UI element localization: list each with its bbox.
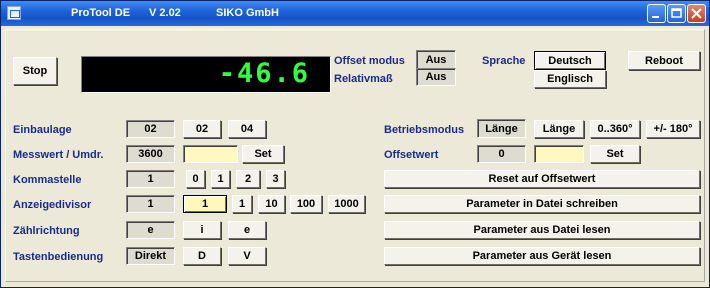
einbaulage-label: Einbaulage	[13, 124, 72, 136]
kommastelle-option-2[interactable]: 2	[236, 170, 260, 188]
betriebsmodus-option-180[interactable]: +/- 180°	[646, 120, 700, 138]
anzeigedivisor-option-1[interactable]: 1	[232, 195, 252, 213]
deutsch-button[interactable]: Deutsch	[534, 51, 606, 70]
betriebsmodus-option-laenge[interactable]: Länge	[534, 120, 584, 138]
display-value: -46.6	[218, 58, 310, 89]
anzeigedivisor-option-100[interactable]: 100	[290, 195, 322, 213]
einbaulage-value: 02	[126, 120, 175, 138]
offsetwert-set-button[interactable]: Set	[590, 145, 640, 163]
tastenbedienung-option-d[interactable]: D	[183, 247, 221, 265]
zaehlrichtung-option-i[interactable]: i	[183, 221, 221, 239]
betriebsmodus-label: Betriebsmodus	[384, 124, 465, 136]
anzeigedivisor-value: 1	[126, 195, 175, 213]
offset-modus-value: Aus	[416, 50, 456, 69]
client-area: Stop -46.6 Offset modus Aus Relativmaß A…	[5, 29, 705, 282]
messwert-input[interactable]	[183, 145, 238, 163]
maximize-icon[interactable]	[667, 4, 686, 23]
company-name: SIKO GmbH	[216, 7, 279, 19]
anzeigedivisor-label: Anzeigedivisor	[13, 199, 92, 211]
app-version: V 2.02	[149, 7, 181, 19]
load-params-file-button[interactable]: Parameter aus Datei lesen	[384, 221, 700, 239]
close-icon[interactable]	[687, 4, 706, 23]
offsetwert-label: Offsetwert	[384, 149, 439, 161]
app-name: ProTool DE	[71, 7, 131, 19]
kommastelle-option-1[interactable]: 1	[211, 170, 230, 188]
messwert-value: 3600	[126, 145, 175, 163]
einbaulage-option-04[interactable]: 04	[228, 120, 266, 138]
einbaulage-option-02[interactable]: 02	[183, 120, 221, 138]
relativmass-label: Relativmaß	[334, 73, 393, 85]
app-window: ProTool DE V 2.02 SIKO GmbH Stop -46.6 O…	[0, 0, 710, 288]
anzeigedivisor-option-10[interactable]: 10	[258, 195, 285, 213]
save-params-file-button[interactable]: Parameter in Datei schreiben	[384, 195, 700, 213]
tastenbedienung-label: Tastenbedienung	[13, 251, 104, 263]
load-params-device-button[interactable]: Parameter aus Gerät lesen	[384, 247, 700, 265]
englisch-button[interactable]: Englisch	[534, 70, 606, 88]
messwert-set-button[interactable]: Set	[242, 145, 284, 163]
app-icon	[7, 6, 21, 20]
betriebsmodus-value: Länge	[477, 119, 526, 138]
offset-modus-label: Offset modus	[334, 55, 405, 67]
minimize-icon[interactable]	[647, 4, 666, 23]
reboot-button[interactable]: Reboot	[628, 51, 700, 70]
kommastelle-option-3[interactable]: 3	[266, 170, 285, 188]
betriebsmodus-option-0-360[interactable]: 0..360°	[590, 120, 640, 138]
tastenbedienung-value: Direkt	[126, 247, 175, 265]
anzeigedivisor-option-1000[interactable]: 1000	[328, 195, 365, 213]
reset-offset-button[interactable]: Reset auf Offsetwert	[384, 170, 700, 188]
tastenbedienung-option-v[interactable]: V	[228, 247, 266, 265]
anzeigedivisor-option-selected[interactable]: 1	[183, 195, 227, 213]
sprache-label: Sprache	[482, 55, 526, 67]
offsetwert-value: 0	[477, 145, 526, 163]
zaehlrichtung-value: e	[126, 221, 175, 239]
kommastelle-value: 1	[126, 170, 175, 188]
title-bar[interactable]: ProTool DE V 2.02 SIKO GmbH	[1, 1, 709, 26]
messwert-label: Messwert / Umdr.	[13, 149, 104, 161]
kommastelle-label: Kommastelle	[13, 174, 82, 186]
zaehlrichtung-option-e[interactable]: e	[228, 221, 266, 239]
stop-button[interactable]: Stop	[13, 57, 57, 85]
relativmass-value: Aus	[416, 68, 456, 86]
zaehlrichtung-label: Zählrichtung	[13, 225, 80, 237]
offsetwert-input[interactable]	[534, 145, 584, 163]
position-display: -46.6	[81, 56, 331, 93]
kommastelle-option-0[interactable]: 0	[186, 170, 205, 188]
